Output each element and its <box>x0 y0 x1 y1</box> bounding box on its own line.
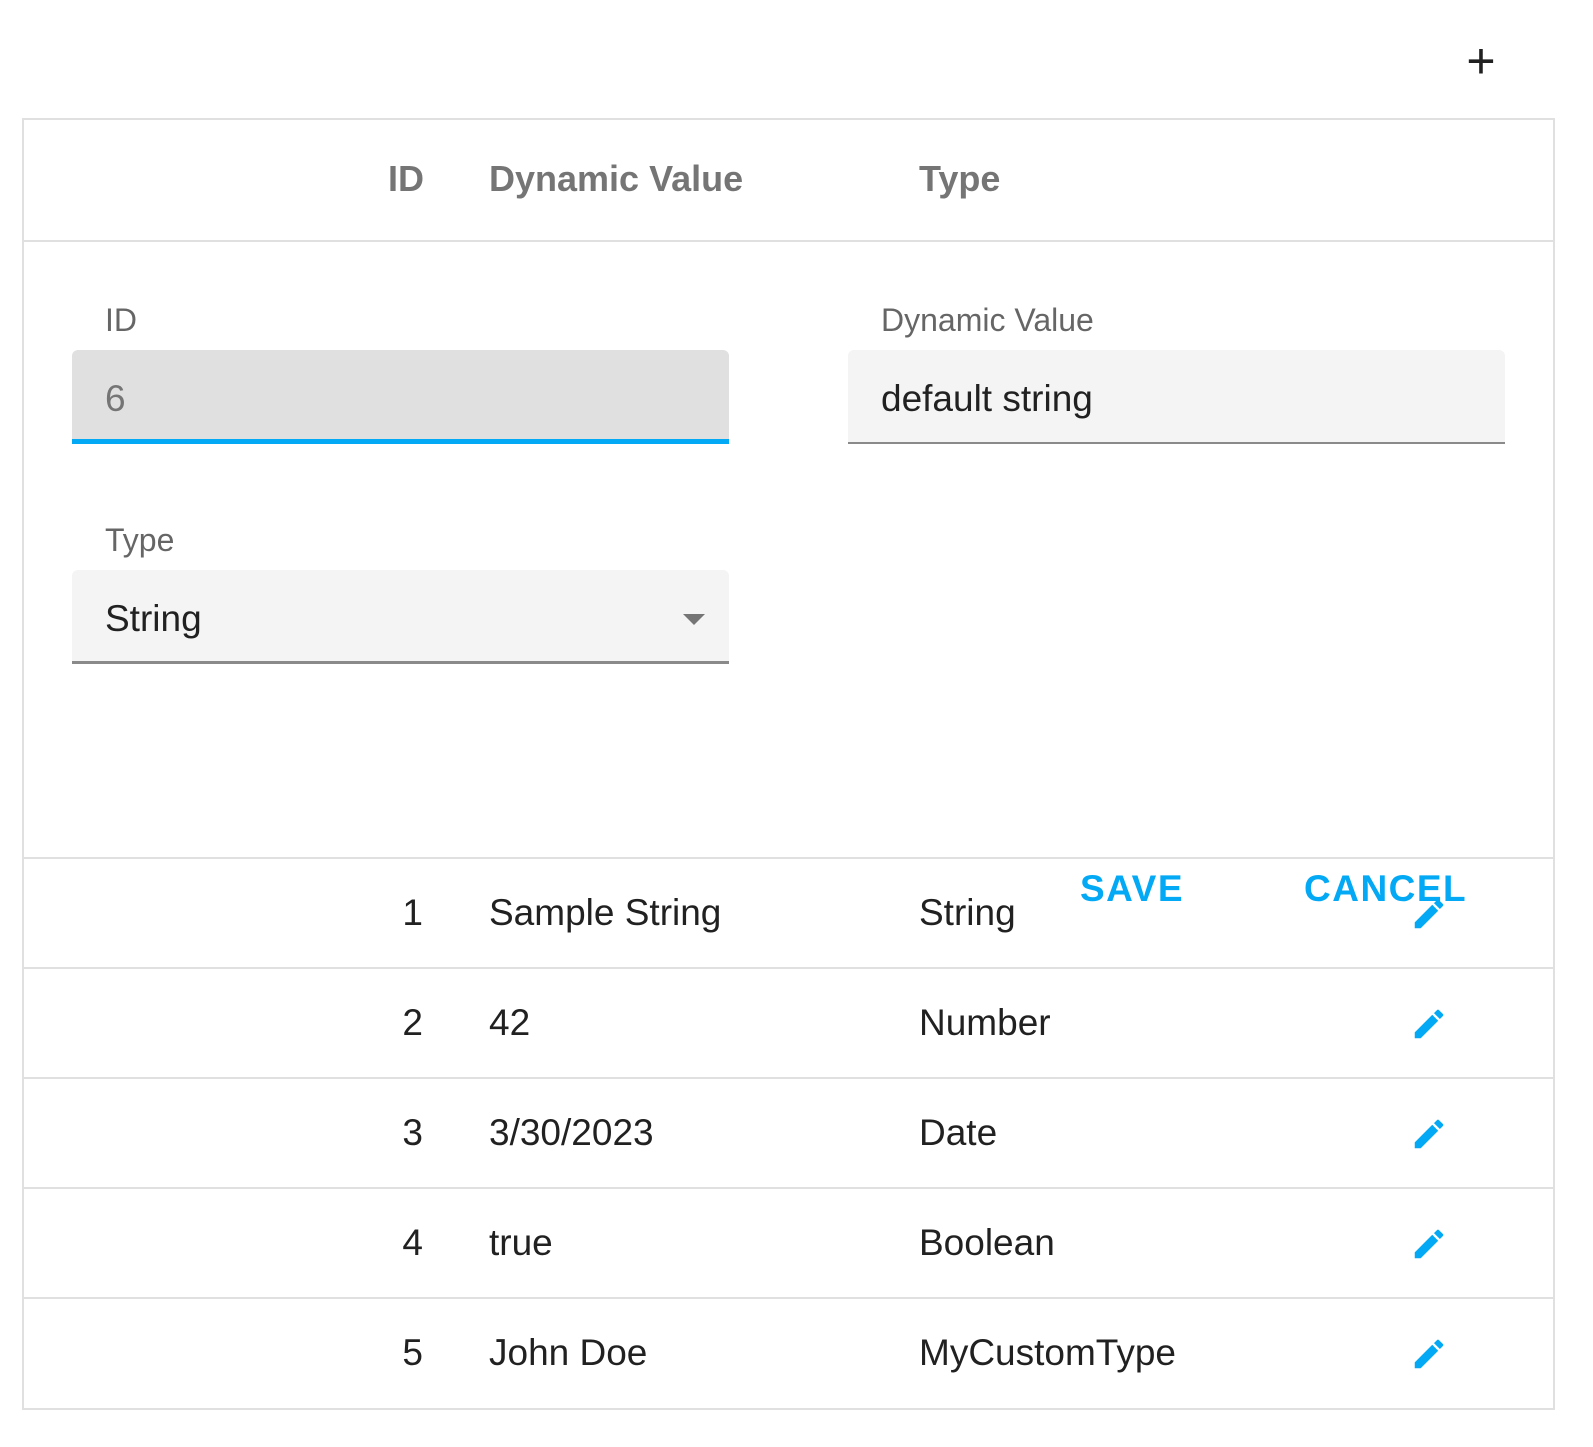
dropdown-arrow-icon <box>683 614 705 625</box>
cell-id: 3 <box>402 1112 423 1153</box>
cell-type: String <box>919 892 1016 933</box>
edit-pencil-icon[interactable] <box>1410 1225 1448 1263</box>
edit-pencil-icon[interactable] <box>1410 1115 1448 1153</box>
table-row: 1 Sample String String <box>24 859 1553 969</box>
type-select[interactable]: String <box>72 570 729 664</box>
id-value: 6 <box>105 378 126 419</box>
edit-pencil-icon[interactable] <box>1410 895 1448 933</box>
cell-id: 4 <box>402 1222 423 1263</box>
dynamic-value-label: Dynamic Value <box>881 302 1094 338</box>
add-row-button[interactable]: + <box>1458 36 1504 86</box>
cell-id: 2 <box>402 1002 423 1043</box>
edit-pencil-icon[interactable] <box>1410 1335 1448 1373</box>
edit-form: ID 6 Dynamic Value default string Type S… <box>24 242 1553 909</box>
cell-id: 1 <box>402 892 423 933</box>
table-row: 4 true Boolean <box>24 1189 1553 1299</box>
type-value: String <box>105 598 202 639</box>
cell-dynamic-value: true <box>489 1222 553 1263</box>
table-row: 2 42 Number <box>24 969 1553 1079</box>
dynamic-value-value: default string <box>881 378 1093 419</box>
table-row: 5 John Doe MyCustomType <box>24 1299 1553 1407</box>
table-header: ID Dynamic Value Type <box>24 120 1553 242</box>
plus-icon: + <box>1466 33 1496 89</box>
dynamic-value-field[interactable]: default string <box>848 350 1505 444</box>
column-header-dynamic-value[interactable]: Dynamic Value <box>489 158 743 200</box>
edit-pencil-icon[interactable] <box>1410 1005 1448 1043</box>
cell-id: 5 <box>402 1332 423 1373</box>
column-header-id[interactable]: ID <box>388 158 424 200</box>
type-label: Type <box>105 522 175 558</box>
data-table: ID Dynamic Value Type ID 6 Dynamic Value… <box>22 118 1555 1410</box>
cell-dynamic-value: 42 <box>489 1002 531 1043</box>
id-label: ID <box>105 302 137 338</box>
cell-type: Date <box>919 1112 998 1153</box>
cell-type: MyCustomType <box>919 1332 1177 1373</box>
id-field[interactable]: 6 <box>72 350 729 444</box>
cell-dynamic-value: John Doe <box>489 1332 648 1373</box>
cell-dynamic-value: Sample String <box>489 892 722 933</box>
cell-type: Number <box>919 1002 1051 1043</box>
cell-dynamic-value: 3/30/2023 <box>489 1112 654 1153</box>
table-row: 3 3/30/2023 Date <box>24 1079 1553 1189</box>
cell-type: Boolean <box>919 1222 1055 1263</box>
column-header-type[interactable]: Type <box>919 158 1000 200</box>
